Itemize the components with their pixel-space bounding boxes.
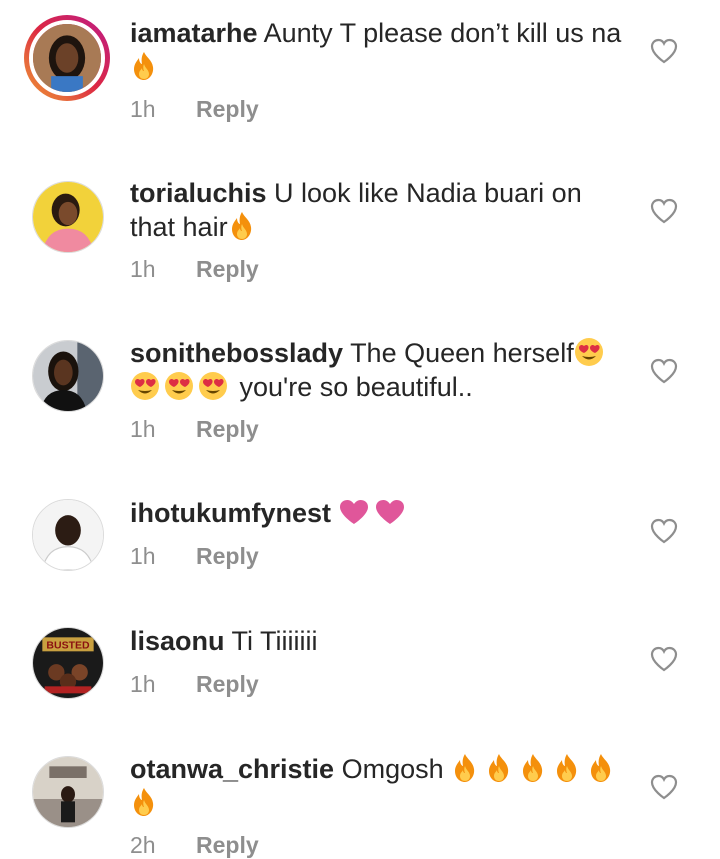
like-heart-icon[interactable] bbox=[650, 198, 678, 224]
comment-meta: 2h Reply bbox=[130, 832, 259, 859]
comment-body: otanwa_christie Omgosh bbox=[130, 752, 630, 820]
avatar-photo bbox=[33, 341, 103, 411]
comment-time: 2h bbox=[130, 832, 156, 858]
comment-body: ihotukumfynest bbox=[130, 496, 630, 530]
like-heart-icon[interactable] bbox=[650, 518, 678, 544]
fire-icon bbox=[519, 753, 547, 783]
avatar[interactable] bbox=[24, 15, 110, 101]
comment-username[interactable]: ihotukumfynest bbox=[130, 498, 331, 528]
avatar[interactable] bbox=[32, 340, 104, 412]
like-heart-icon[interactable] bbox=[650, 358, 678, 384]
like-heart-icon[interactable] bbox=[650, 646, 678, 672]
comment-meta: 1h Reply bbox=[130, 256, 259, 283]
comment-text: The Queen herself bbox=[350, 338, 574, 368]
comment-body: lisaonu Ti Tiiiiiii bbox=[130, 624, 630, 658]
avatar-photo bbox=[33, 757, 103, 827]
comment-time: 1h bbox=[130, 256, 156, 282]
reply-button[interactable]: Reply bbox=[196, 96, 259, 122]
fire-icon bbox=[228, 211, 256, 241]
comment-username[interactable]: otanwa_christie bbox=[130, 754, 334, 784]
comment-meta: 1h Reply bbox=[130, 671, 259, 698]
comment-username[interactable]: torialuchis bbox=[130, 178, 267, 208]
comment-text: Ti Tiiiiiii bbox=[231, 626, 318, 656]
comment-meta: 1h Reply bbox=[130, 416, 259, 443]
fire-icon bbox=[587, 753, 615, 783]
avatar-poster-text: BUSTED bbox=[46, 639, 90, 651]
like-heart-icon[interactable] bbox=[650, 38, 678, 64]
avatar[interactable] bbox=[32, 756, 104, 828]
fire-icon bbox=[130, 51, 158, 81]
avatar[interactable] bbox=[32, 181, 104, 253]
reply-button[interactable]: Reply bbox=[196, 671, 259, 697]
reply-button[interactable]: Reply bbox=[196, 543, 259, 569]
avatar[interactable]: BUSTED bbox=[32, 627, 104, 699]
like-heart-icon[interactable] bbox=[650, 774, 678, 800]
avatar-photo bbox=[33, 24, 101, 92]
comment-text: Omgosh bbox=[341, 754, 444, 784]
comment-body: torialuchis U look like Nadia buari on t… bbox=[130, 176, 630, 244]
fire-icon bbox=[130, 787, 158, 817]
avatar-photo: BUSTED bbox=[33, 628, 103, 698]
comment-username[interactable]: iamatarhe bbox=[130, 18, 258, 48]
comment-text: Aunty T please don’t kill us na bbox=[263, 18, 622, 48]
fire-icon bbox=[451, 753, 479, 783]
fire-icon bbox=[553, 753, 581, 783]
pink-heart-icon bbox=[375, 499, 405, 525]
comment-meta: 1h Reply bbox=[130, 96, 259, 123]
heart-eyes-icon bbox=[574, 337, 604, 367]
comment-body: sonitheboss​lady The Queen herself you'r… bbox=[130, 336, 630, 404]
fire-icon bbox=[485, 753, 513, 783]
avatar-photo bbox=[33, 500, 103, 570]
reply-button[interactable]: Reply bbox=[196, 256, 259, 282]
comment-username[interactable]: sonitheboss​lady bbox=[130, 338, 343, 368]
comment-username[interactable]: lisaonu bbox=[130, 626, 225, 656]
comment-time: 1h bbox=[130, 416, 156, 442]
comment-time: 1h bbox=[130, 543, 156, 569]
heart-eyes-icon bbox=[198, 371, 228, 401]
comment-body: iamatarhe Aunty T please don’t kill us n… bbox=[130, 16, 630, 84]
pink-heart-icon bbox=[339, 499, 369, 525]
comment-time: 1h bbox=[130, 96, 156, 122]
avatar[interactable] bbox=[32, 499, 104, 571]
heart-eyes-icon bbox=[130, 371, 160, 401]
avatar-photo bbox=[33, 182, 103, 252]
comment-meta: 1h Reply bbox=[130, 543, 259, 570]
reply-button[interactable]: Reply bbox=[196, 416, 259, 442]
comment-time: 1h bbox=[130, 671, 156, 697]
reply-button[interactable]: Reply bbox=[196, 832, 259, 858]
heart-eyes-icon bbox=[164, 371, 194, 401]
comment-text-continued: you're so beautiful.. bbox=[239, 372, 473, 402]
